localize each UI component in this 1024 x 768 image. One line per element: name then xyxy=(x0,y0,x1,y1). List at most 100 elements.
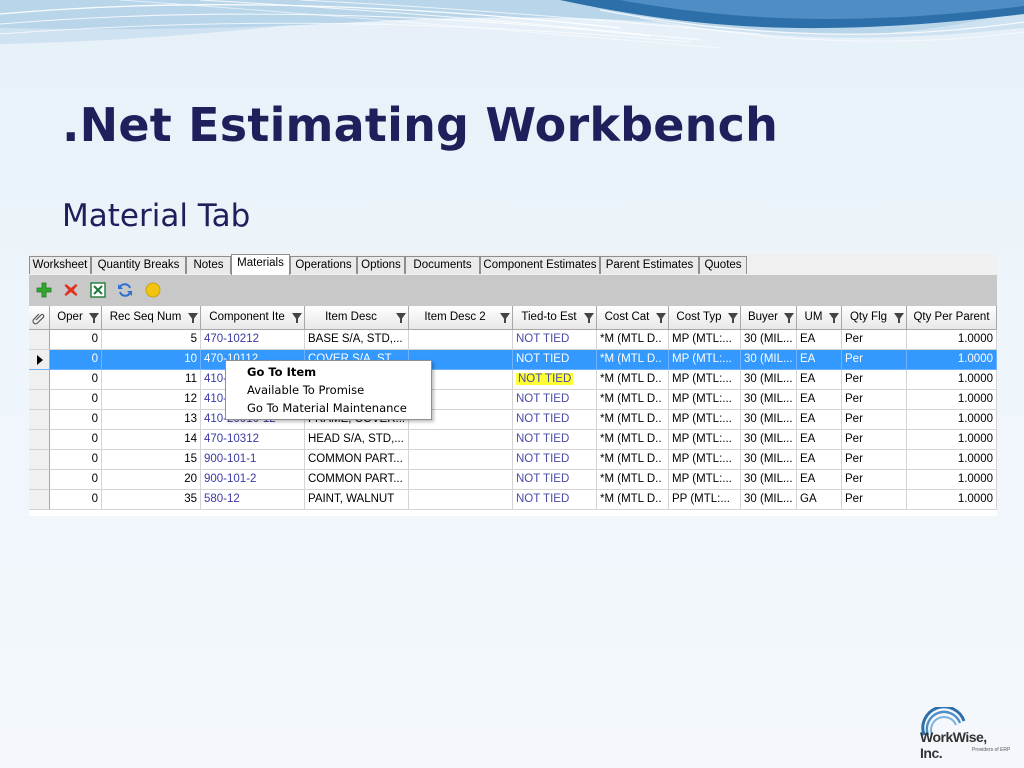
cell-qty-flg: Per xyxy=(842,450,907,470)
cell-buyer: 30 (MIL... xyxy=(741,350,797,370)
estimating-workbench-window: Worksheet Quantity Breaks Notes Material… xyxy=(29,254,997,516)
cell-tied-to-est: NOT TIED xyxy=(513,470,597,490)
filter-icon[interactable] xyxy=(894,313,904,323)
refresh-button[interactable] xyxy=(116,281,134,299)
filter-icon[interactable] xyxy=(188,313,198,323)
table-row[interactable]: 0 12 410- NOT TIED *M (MTL D.. MP (MTL:.… xyxy=(29,390,997,410)
row-selector[interactable] xyxy=(29,490,50,510)
row-selector[interactable] xyxy=(29,330,50,350)
tab-component-estimates[interactable]: Component Estimates xyxy=(480,256,600,274)
table-row[interactable]: 0 35 580-12 PAINT, WALNUT NOT TIED *M (M… xyxy=(29,490,997,510)
column-header-cost-cat[interactable]: Cost Cat xyxy=(597,306,669,330)
cell-component-item[interactable]: 470-10212 xyxy=(201,330,305,350)
column-header-oper[interactable]: Oper xyxy=(50,306,102,330)
cell-tied-to-est: NOT TIED xyxy=(513,410,597,430)
column-header-item-desc-2[interactable]: Item Desc 2 xyxy=(409,306,513,330)
row-selector[interactable] xyxy=(29,430,50,450)
logo-name: WorkWise, Inc. xyxy=(920,729,987,761)
row-selector[interactable] xyxy=(29,410,50,430)
cell-cost-typ: MP (MTL:... xyxy=(669,410,741,430)
cell-cost-cat: *M (MTL D.. xyxy=(597,330,669,350)
row-selector[interactable] xyxy=(29,370,50,390)
column-header-um[interactable]: UM xyxy=(797,306,842,330)
cell-oper: 0 xyxy=(50,330,102,350)
filter-icon[interactable] xyxy=(728,313,738,323)
excel-icon xyxy=(90,282,106,298)
cell-seq: 14 xyxy=(102,430,201,450)
tab-materials[interactable]: Materials xyxy=(231,254,290,275)
table-row[interactable]: 0 20 900-101-2 COMMON PART... NOT TIED *… xyxy=(29,470,997,490)
cell-um: EA xyxy=(797,350,842,370)
paperclip-icon xyxy=(32,313,45,325)
cell-buyer: 30 (MIL... xyxy=(741,410,797,430)
tab-worksheet[interactable]: Worksheet xyxy=(29,256,91,274)
filter-icon[interactable] xyxy=(500,313,510,323)
cell-qty-flg: Per xyxy=(842,370,907,390)
filter-icon[interactable] xyxy=(396,313,406,323)
cell-um: EA xyxy=(797,390,842,410)
cell-item-desc: COMMON PART... xyxy=(305,470,409,490)
cell-component-item[interactable]: 470-10312 xyxy=(201,430,305,450)
slide-title: .Net Estimating Workbench xyxy=(62,98,779,152)
table-row-selected[interactable]: 0 10 470-10112 COVER S/A, ST... NOT TIED… xyxy=(29,350,997,370)
tab-options[interactable]: Options xyxy=(357,256,405,274)
column-header-cost-typ[interactable]: Cost Typ xyxy=(669,306,741,330)
status-button[interactable] xyxy=(144,281,162,299)
table-row[interactable]: 0 5 470-10212 BASE S/A, STD,... NOT TIED… xyxy=(29,330,997,350)
column-header-buyer[interactable]: Buyer xyxy=(741,306,797,330)
filter-icon[interactable] xyxy=(829,313,839,323)
toolbar xyxy=(29,275,997,306)
cell-component-item[interactable]: 900-101-1 xyxy=(201,450,305,470)
cell-um: EA xyxy=(797,410,842,430)
row-selector[interactable] xyxy=(29,470,50,490)
column-header-item-desc[interactable]: Item Desc xyxy=(305,306,409,330)
filter-icon[interactable] xyxy=(784,313,794,323)
cell-component-item[interactable]: 900-101-2 xyxy=(201,470,305,490)
column-header-qty-per-parent[interactable]: Qty Per Parent xyxy=(907,306,997,330)
row-selector[interactable] xyxy=(29,390,50,410)
filter-icon[interactable] xyxy=(89,313,99,323)
cell-cost-typ: MP (MTL:... xyxy=(669,350,741,370)
table-row[interactable]: 0 15 900-101-1 COMMON PART... NOT TIED *… xyxy=(29,450,997,470)
highlighted-text: NOT TIED xyxy=(516,373,574,385)
filter-icon[interactable] xyxy=(584,313,594,323)
menu-item-go-to-material-maintenance[interactable]: Go To Material Maintenance xyxy=(247,399,407,417)
tab-quantity-breaks[interactable]: Quantity Breaks xyxy=(91,256,186,274)
tab-operations[interactable]: Operations xyxy=(290,256,357,274)
export-excel-button[interactable] xyxy=(89,281,107,299)
cell-seq: 15 xyxy=(102,450,201,470)
cell-buyer: 30 (MIL... xyxy=(741,470,797,490)
column-header-component-item[interactable]: Component Ite xyxy=(201,306,305,330)
row-selector[interactable] xyxy=(29,350,50,370)
tab-quotes[interactable]: Quotes xyxy=(699,256,747,274)
cell-item-desc: COMMON PART... xyxy=(305,450,409,470)
row-selector[interactable] xyxy=(29,450,50,470)
column-header-rec-seq-num[interactable]: Rec Seq Num xyxy=(102,306,201,330)
tab-notes[interactable]: Notes xyxy=(186,256,231,274)
cell-um: EA xyxy=(797,430,842,450)
cell-oper: 0 xyxy=(50,390,102,410)
table-row[interactable]: 0 13 410-20010-12 FRAME, COVER... NOT TI… xyxy=(29,410,997,430)
menu-item-go-to-item[interactable]: Go To Item xyxy=(247,363,316,381)
tab-parent-estimates[interactable]: Parent Estimates xyxy=(600,256,699,274)
cell-oper: 0 xyxy=(50,370,102,390)
slide-subtitle: Material Tab xyxy=(62,198,251,234)
add-button[interactable] xyxy=(35,281,53,299)
tab-documents[interactable]: Documents xyxy=(405,256,480,274)
filter-icon[interactable] xyxy=(656,313,666,323)
table-row[interactable]: 0 11 410- NOT TIED *M (MTL D.. MP (MTL:.… xyxy=(29,370,997,390)
delete-button[interactable] xyxy=(62,281,80,299)
cell-component-item[interactable]: 580-12 xyxy=(201,490,305,510)
cell-tied-to-est: NOT TIED xyxy=(513,490,597,510)
cell-oper: 0 xyxy=(50,430,102,450)
menu-item-available-to-promise[interactable]: Available To Promise xyxy=(247,381,364,399)
filter-icon[interactable] xyxy=(292,313,302,323)
cell-cost-typ: MP (MTL:... xyxy=(669,430,741,450)
cell-oper: 0 xyxy=(50,350,102,370)
column-header-qty-flg[interactable]: Qty Flg xyxy=(842,306,907,330)
column-header-tied-to-est[interactable]: Tied-to Est xyxy=(513,306,597,330)
table-row[interactable]: 0 14 470-10312 HEAD S/A, STD,... NOT TIE… xyxy=(29,430,997,450)
column-header-attachment[interactable] xyxy=(29,306,50,330)
cell-oper: 0 xyxy=(50,410,102,430)
refresh-icon xyxy=(118,283,132,297)
